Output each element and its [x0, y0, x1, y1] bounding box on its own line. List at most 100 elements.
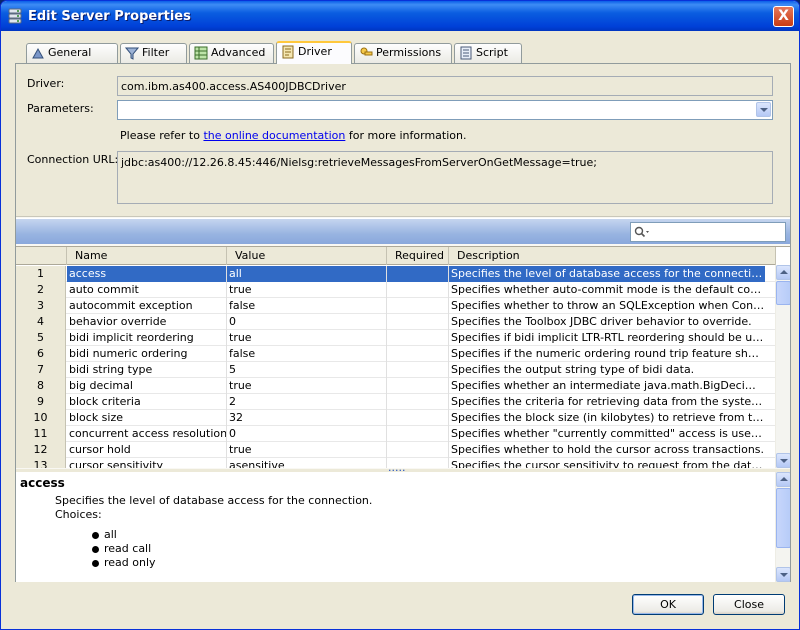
- cell-required[interactable]: [387, 346, 449, 362]
- close-button[interactable]: Close: [713, 594, 785, 615]
- cell-value[interactable]: false: [227, 298, 387, 314]
- cell-required[interactable]: [387, 362, 449, 378]
- cell-required[interactable]: [387, 442, 449, 458]
- cell-description[interactable]: Specifies whether to throw an SQLExcepti…: [449, 298, 765, 314]
- scroll-up-icon[interactable]: [776, 265, 790, 280]
- driver-field[interactable]: com.ibm.as400.access.AS400JDBCDriver: [117, 76, 773, 96]
- row-number: 13: [16, 458, 66, 468]
- cell-name[interactable]: block criteria: [67, 394, 227, 410]
- table-row[interactable]: 9 block criteria 2 Specifies the criteria f…: [16, 394, 776, 410]
- cell-description[interactable]: Specifies the Toolbox JDBC driver behavi…: [449, 314, 765, 330]
- cell-value[interactable]: false: [227, 346, 387, 362]
- table-row[interactable]: 3 autocommit exception false Specifies whet…: [16, 298, 776, 314]
- table-row[interactable]: 12 cursor hold true Specifies whether to ho…: [16, 442, 776, 458]
- tab-driver[interactable]: Driver: [276, 41, 352, 64]
- cell-name[interactable]: cursor sensitivity: [67, 458, 227, 468]
- tab-filter[interactable]: Filter: [120, 43, 187, 63]
- column-header-value[interactable]: Value: [227, 247, 387, 265]
- online-documentation-link[interactable]: the online documentation: [203, 129, 345, 142]
- cell-name[interactable]: access: [67, 266, 227, 282]
- cell-value[interactable]: true: [227, 442, 387, 458]
- cell-required[interactable]: [387, 426, 449, 442]
- tab-advanced[interactable]: Advanced: [189, 43, 274, 63]
- chevron-down-icon[interactable]: [756, 102, 771, 117]
- cell-name[interactable]: bidi numeric ordering: [67, 346, 227, 362]
- cell-required[interactable]: [387, 314, 449, 330]
- cell-required[interactable]: [387, 298, 449, 314]
- table-row[interactable]: 5 bidi implicit reordering true Specifies i…: [16, 330, 776, 346]
- cell-description[interactable]: Specifies the block size (in kilobytes) …: [449, 410, 765, 426]
- table-row[interactable]: 4 behavior override 0 Specifies the Toolbox…: [16, 314, 776, 330]
- cell-value[interactable]: 32: [227, 410, 387, 426]
- cell-required[interactable]: [387, 394, 449, 410]
- cell-name[interactable]: cursor hold: [67, 442, 227, 458]
- title-bar[interactable]: Edit Server Properties X: [1, 1, 799, 31]
- cell-value[interactable]: true: [227, 330, 387, 346]
- column-header-name[interactable]: Name: [67, 247, 227, 265]
- cell-name[interactable]: auto commit: [67, 282, 227, 298]
- scroll-down-icon[interactable]: [776, 453, 790, 468]
- tab-script[interactable]: Script: [454, 43, 522, 63]
- search-icon: [634, 226, 649, 238]
- row-number: 7: [16, 362, 66, 378]
- cell-value[interactable]: true: [227, 378, 387, 394]
- search-input[interactable]: [630, 222, 786, 242]
- description-scrollbar[interactable]: [775, 472, 790, 582]
- cell-description[interactable]: Specifies if the numeric ordering round …: [449, 346, 765, 362]
- parameters-dropdown[interactable]: [117, 100, 773, 120]
- cell-required[interactable]: [387, 330, 449, 346]
- tab-driver-label: Driver: [298, 45, 332, 58]
- cell-description[interactable]: Specifies the level of database access f…: [449, 266, 765, 282]
- cell-required[interactable]: [387, 378, 449, 394]
- cell-description[interactable]: Specifies the output string type of bidi…: [449, 362, 765, 378]
- cell-name[interactable]: block size: [67, 410, 227, 426]
- scroll-down-icon[interactable]: [776, 567, 790, 582]
- cell-value[interactable]: all: [227, 266, 387, 282]
- general-tab-icon: [32, 47, 44, 59]
- cell-description[interactable]: Specifies whether auto-commit mode is th…: [449, 282, 765, 298]
- table-row[interactable]: 6 bidi numeric ordering false Specifies if …: [16, 346, 776, 362]
- table-row[interactable]: 10 block size 32 Specifies the block size (…: [16, 410, 776, 426]
- cell-name[interactable]: bidi implicit reordering: [67, 330, 227, 346]
- row-number: 8: [16, 378, 66, 394]
- cell-name[interactable]: autocommit exception: [67, 298, 227, 314]
- cell-value[interactable]: true: [227, 282, 387, 298]
- filter-tab-icon: [125, 47, 139, 60]
- cell-description[interactable]: Specifies the criteria for retrieving da…: [449, 394, 765, 410]
- driver-tab-icon: [282, 45, 294, 59]
- cell-required[interactable]: [387, 410, 449, 426]
- close-window-button[interactable]: X: [773, 6, 794, 27]
- cell-required[interactable]: [387, 266, 449, 282]
- column-header-description[interactable]: Description: [449, 247, 776, 265]
- cell-name[interactable]: bidi string type: [67, 362, 227, 378]
- row-number: 12: [16, 442, 66, 458]
- cell-value[interactable]: asensitive: [227, 458, 387, 468]
- cell-name[interactable]: behavior override: [67, 314, 227, 330]
- cell-value[interactable]: 5: [227, 362, 387, 378]
- cell-description[interactable]: Specifies whether an intermediate java.m…: [449, 378, 765, 394]
- cell-required[interactable]: [387, 282, 449, 298]
- cell-value[interactable]: 0: [227, 426, 387, 442]
- scroll-thumb[interactable]: [776, 488, 790, 548]
- cell-name[interactable]: concurrent access resolution: [67, 426, 227, 442]
- cell-value[interactable]: 0: [227, 314, 387, 330]
- table-row[interactable]: 7 bidi string type 5 Specifies the output s…: [16, 362, 776, 378]
- cell-name[interactable]: big decimal: [67, 378, 227, 394]
- cell-description[interactable]: Specifies whether "currently committed" …: [449, 426, 765, 442]
- table-row[interactable]: 8 big decimal true Specifies whether an int…: [16, 378, 776, 394]
- cell-value[interactable]: 2: [227, 394, 387, 410]
- scroll-thumb[interactable]: [776, 281, 790, 305]
- tab-general[interactable]: General: [26, 43, 118, 63]
- column-header-required[interactable]: Required: [387, 247, 449, 265]
- cell-description[interactable]: Specifies if bidi implicit LTR-RTL reord…: [449, 330, 765, 346]
- table-row[interactable]: 2 auto commit true Specifies whether auto-c…: [16, 282, 776, 298]
- table-row[interactable]: 11 concurrent access resolution 0 Specifies…: [16, 426, 776, 442]
- table-row[interactable]: 1 access all Specifies the level of databas…: [16, 266, 776, 282]
- cell-description[interactable]: Specifies whether to hold the cursor acr…: [449, 442, 765, 458]
- scroll-up-icon[interactable]: [776, 472, 790, 487]
- table-scrollbar[interactable]: [775, 265, 790, 468]
- ok-button[interactable]: OK: [632, 594, 704, 615]
- connection-url-field[interactable]: jdbc:as400://12.26.8.45:446/Nielsg:retri…: [117, 151, 773, 204]
- tab-permissions[interactable]: Permissions: [354, 43, 452, 63]
- cell-description[interactable]: Specifies the cursor sensitivity to requ…: [449, 458, 765, 468]
